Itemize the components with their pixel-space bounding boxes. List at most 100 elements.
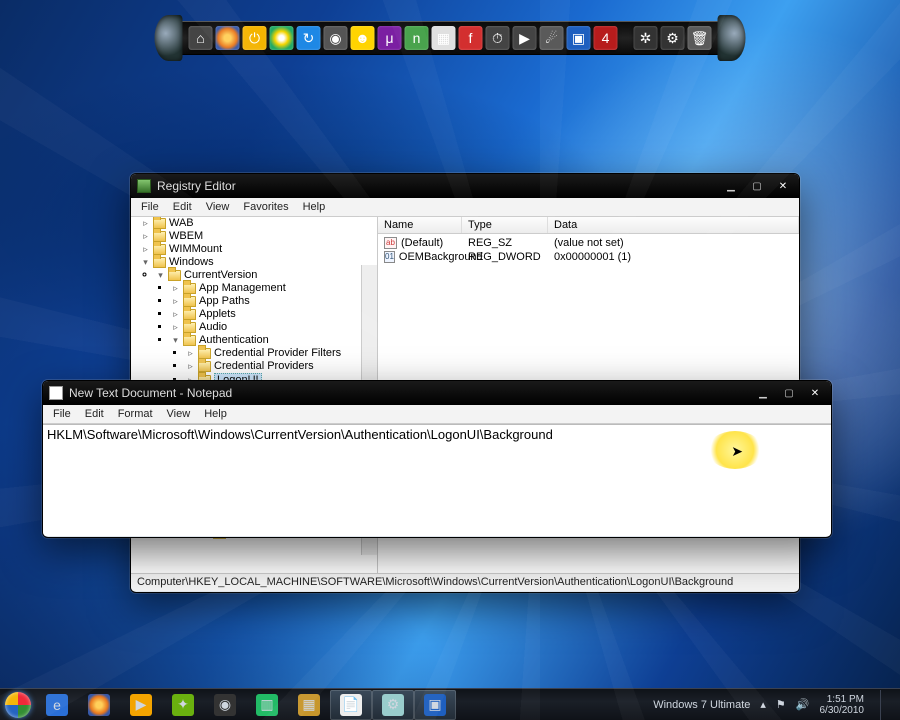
steam-icon: ◉	[214, 694, 236, 716]
menu-file[interactable]: File	[135, 200, 165, 214]
close-button[interactable]: ✕	[805, 386, 825, 400]
notepad-content-text: HKLM\Software\Microsoft\Windows\CurrentV…	[47, 427, 553, 442]
clock-date: 6/30/2010	[820, 705, 865, 716]
taskbar-nvidia-icon[interactable]: ✦	[162, 690, 204, 720]
menu-favorites[interactable]: Favorites	[237, 200, 294, 214]
regedit-title-text: Registry Editor	[157, 179, 236, 193]
tree-item[interactable]: WAB	[169, 217, 194, 230]
taskbar-ie-icon[interactable]: e	[36, 690, 78, 720]
menu-file[interactable]: File	[47, 407, 77, 421]
maximize-button[interactable]: ▢	[747, 179, 767, 193]
tree-item[interactable]: App Paths	[199, 295, 250, 308]
stack-icon: ▥	[256, 694, 278, 716]
value-type: REG_DWORD	[462, 251, 548, 263]
tree-item[interactable]: WIMMount	[169, 243, 222, 256]
process-icon[interactable]: ▣	[567, 26, 591, 50]
reg-string-icon: ab	[384, 237, 397, 249]
value-name: (Default)	[401, 237, 443, 249]
firefox-icon[interactable]	[216, 26, 240, 50]
taskbar-stack-icon[interactable]: ▥	[246, 690, 288, 720]
clock-time: 1:51 PM	[820, 694, 865, 705]
col-header-type[interactable]: Type	[462, 217, 548, 233]
steam-icon[interactable]: ◉	[324, 26, 348, 50]
system-tray[interactable]: Windows 7 Ultimate ▴ ⚑ 🔊 1:51 PM 6/30/20…	[653, 690, 896, 720]
grid-icon[interactable]: ▦	[432, 26, 456, 50]
timer-icon[interactable]: ⏱	[486, 26, 510, 50]
tree-item[interactable]: App Management	[199, 282, 286, 295]
col-header-data[interactable]: Data	[548, 217, 799, 233]
tree-item[interactable]: Applets	[199, 308, 236, 321]
notepad-task: 📄	[340, 694, 362, 716]
taskbar-box-icon[interactable]: ▦	[288, 690, 330, 720]
disc-icon[interactable]	[270, 26, 294, 50]
folder-icon	[198, 361, 211, 372]
taskbar-firefox-icon[interactable]	[78, 690, 120, 720]
regedit-titlebar[interactable]: Registry Editor ▁ ▢ ✕	[131, 174, 799, 198]
menu-view[interactable]: View	[161, 407, 197, 421]
tray-chevron-icon[interactable]: ▴	[760, 698, 766, 711]
desktop: ⌂⏻↻◉☻μn▦f⏱▶☄▣4✲⚙🗑 Registry Editor ▁ ▢ ✕ …	[0, 0, 900, 720]
notepad-titlebar[interactable]: New Text Document - Notepad ▁ ▢ ✕	[43, 381, 831, 405]
firefox-icon	[88, 694, 110, 716]
tree-item[interactable]: Audio	[199, 321, 227, 334]
taskbar-clock[interactable]: 1:51 PM 6/30/2010	[820, 694, 865, 716]
notepad-menubar[interactable]: FileEditFormatViewHelp	[43, 405, 831, 424]
mouse-cursor-icon: ➤	[731, 443, 743, 460]
show-desktop-button[interactable]	[880, 690, 890, 720]
smiley-icon[interactable]: ☻	[351, 26, 375, 50]
notepad-title-text: New Text Document - Notepad	[69, 386, 232, 400]
tree-item[interactable]: Credential Provider Filters	[214, 347, 341, 360]
notepad-window[interactable]: New Text Document - Notepad ▁ ▢ ✕ FileEd…	[42, 380, 832, 538]
top-dock[interactable]: ⌂ ⏻ ↻◉☻μn▦f⏱▶☄▣4 ✲⚙🗑	[155, 18, 746, 58]
volume-icon[interactable]: 🔊	[796, 698, 810, 711]
home-icon[interactable]: ⌂	[189, 26, 213, 50]
taskbar-wmp-icon[interactable]: ▶	[120, 690, 162, 720]
sync-icon[interactable]: ↻	[297, 26, 321, 50]
menu-help[interactable]: Help	[297, 200, 332, 214]
registry-value-row[interactable]: 01OEMBackgroundREG_DWORD0x00000001 (1)	[378, 250, 799, 264]
power-icon[interactable]: ⏻	[243, 26, 267, 50]
box-icon: ▦	[298, 694, 320, 716]
flash-icon[interactable]: f	[459, 26, 483, 50]
value-data: 0x00000001 (1)	[548, 251, 799, 263]
taskbar-steam-icon[interactable]: ◉	[204, 690, 246, 720]
tree-item[interactable]: WBEM	[169, 230, 203, 243]
tree-item[interactable]: Authentication	[199, 334, 269, 347]
gears-task: ⚙	[382, 694, 404, 716]
n-icon[interactable]: n	[405, 26, 429, 50]
regedit-menubar[interactable]: FileEditViewFavoritesHelp	[131, 198, 799, 217]
cog-icon[interactable]: ⚙	[661, 26, 685, 50]
gap	[621, 26, 631, 50]
notepad-text-area[interactable]: HKLM\Software\Microsoft\Windows\CurrentV…	[43, 424, 831, 536]
value-data: (value not set)	[548, 237, 799, 249]
menu-view[interactable]: View	[200, 200, 236, 214]
nvidia-icon: ✦	[172, 694, 194, 716]
minimize-button[interactable]: ▁	[753, 386, 773, 400]
tree-item[interactable]: Credential Providers	[214, 360, 314, 373]
regedit-statusbar: Computer\HKEY_LOCAL_MACHINE\SOFTWARE\Mic…	[131, 573, 799, 591]
tree-item[interactable]: CurrentVersion	[184, 269, 257, 282]
four-icon[interactable]: 4	[594, 26, 618, 50]
maximize-button[interactable]: ▢	[779, 386, 799, 400]
start-button[interactable]	[0, 689, 36, 720]
taskbar-gears-task[interactable]: ⚙	[372, 690, 414, 720]
taskbar[interactable]: e ▶ ✦ ◉ ▥ ▦ 📄 ⚙ ▣ Windows 7 Ultimate ▴ ⚑ 🔊 1:51 …	[0, 688, 900, 720]
action-center-icon[interactable]: ⚑	[776, 698, 786, 711]
notepad-icon	[49, 386, 63, 400]
menu-edit[interactable]: Edit	[167, 200, 198, 214]
globe-icon[interactable]: ☄	[540, 26, 564, 50]
taskbar-notepad-task[interactable]: 📄	[330, 690, 372, 720]
folder-icon	[168, 270, 181, 281]
play-icon[interactable]: ▶	[513, 26, 537, 50]
mu-icon[interactable]: μ	[378, 26, 402, 50]
col-header-name[interactable]: Name	[378, 217, 462, 233]
close-button[interactable]: ✕	[773, 179, 793, 193]
menu-help[interactable]: Help	[198, 407, 233, 421]
taskbar-regedit-task[interactable]: ▣	[414, 690, 456, 720]
menu-format[interactable]: Format	[112, 407, 159, 421]
registry-value-row[interactable]: ab(Default)REG_SZ(value not set)	[378, 236, 799, 250]
trash-icon[interactable]: 🗑	[688, 26, 712, 50]
minimize-button[interactable]: ▁	[721, 179, 741, 193]
fan-icon[interactable]: ✲	[634, 26, 658, 50]
menu-edit[interactable]: Edit	[79, 407, 110, 421]
